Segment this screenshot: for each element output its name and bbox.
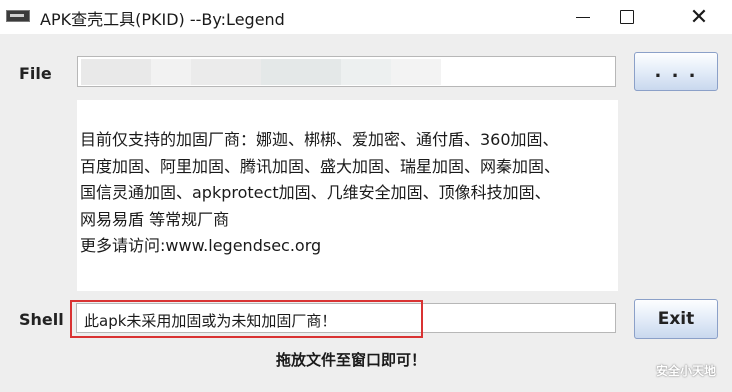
info-line: 网易易盾 等常规厂商 bbox=[80, 209, 230, 229]
redacted-path-segment bbox=[391, 59, 441, 85]
shell-label: Shell bbox=[19, 310, 64, 329]
minimize-button[interactable] bbox=[560, 0, 606, 34]
redacted-path-segment bbox=[261, 59, 341, 85]
supported-vendors-panel: 目前仅支持的加固厂商：娜迦、梆梆、爱加密、通付盾、360加固、 百度加固、阿里加… bbox=[77, 100, 618, 291]
shell-result-field[interactable]: 此apk未采用加固或为未知加固厂商！ bbox=[76, 303, 616, 333]
file-label: File bbox=[19, 64, 52, 83]
info-line: 目前仅支持的加固厂商：娜迦、梆梆、爱加密、通付盾、360加固、 bbox=[80, 130, 559, 149]
close-icon: ✕ bbox=[689, 4, 709, 30]
redacted-path-segment bbox=[341, 59, 391, 85]
redacted-path-segment bbox=[191, 59, 261, 85]
redacted-path-segment bbox=[151, 59, 191, 85]
info-line-website: 更多请访问:www.legendsec.org bbox=[80, 236, 322, 255]
drag-drop-hint: 拖放文件至窗口即可！ bbox=[0, 349, 732, 370]
title-bar: APK查壳工具(PKID) --By:Legend ✕ bbox=[0, 0, 732, 34]
window-title: APK查壳工具(PKID) --By:Legend bbox=[40, 10, 285, 29]
maximize-button[interactable] bbox=[604, 0, 650, 34]
file-path-input[interactable] bbox=[77, 56, 616, 87]
redacted-path-segment bbox=[81, 59, 151, 85]
exit-button[interactable]: Exit bbox=[634, 299, 718, 339]
close-button[interactable]: ✕ bbox=[676, 0, 722, 34]
drag-drop-hint-text: 拖放文件至窗口即可！ bbox=[275, 351, 426, 369]
info-line: 百度加固、阿里加固、腾讯加固、盛大加固、瑞星加固、网秦加固、 bbox=[80, 156, 561, 176]
maximize-icon bbox=[620, 10, 634, 24]
minimize-icon bbox=[576, 16, 590, 18]
browse-button[interactable]: . . . bbox=[634, 52, 718, 91]
app-icon bbox=[6, 10, 30, 22]
info-line: 国信灵通加固、apkprotect加固、几维安全加固、顶像科技加固、 bbox=[80, 183, 551, 202]
watermark-logo: 安全小天地 bbox=[656, 364, 717, 378]
